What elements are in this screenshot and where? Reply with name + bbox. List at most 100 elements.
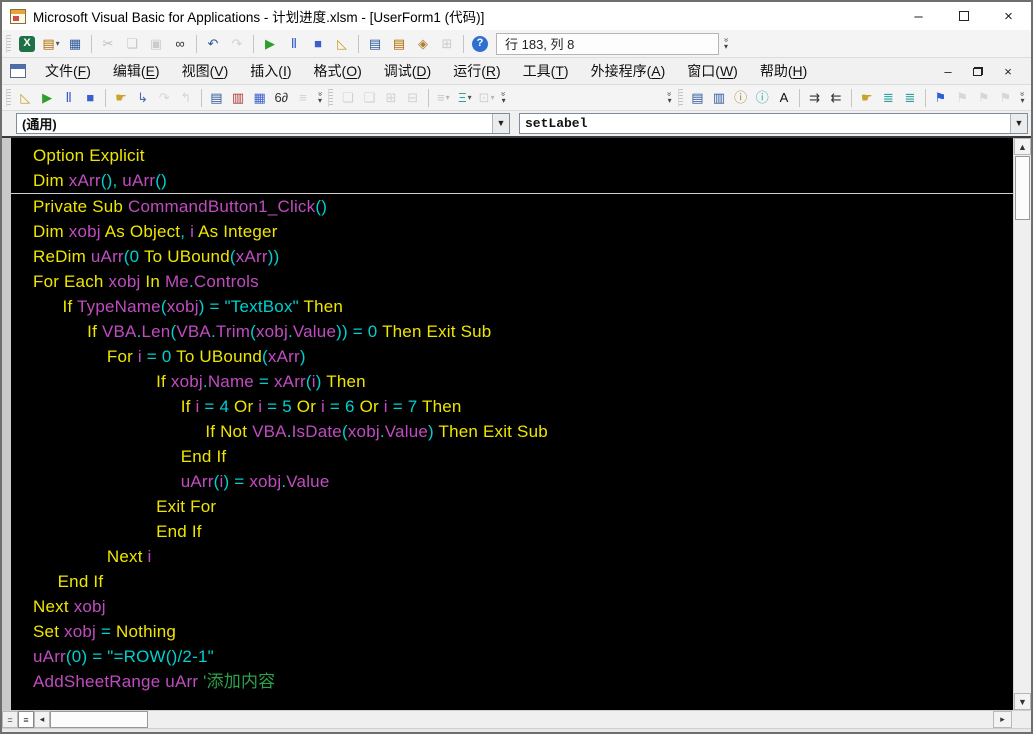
close-button[interactable]: × — [986, 2, 1031, 30]
menu-item-e[interactable]: 编辑(E) — [102, 58, 171, 84]
properties-window-icon[interactable]: ▤ — [387, 33, 411, 55]
menu-item-o[interactable]: 格式(O) — [303, 58, 373, 84]
mdi-restore-button[interactable] — [965, 61, 991, 81]
center-icon[interactable]: Ξ▾ — [454, 87, 476, 109]
align-icon[interactable]: ≡▾ — [432, 87, 454, 109]
procedure-combobox[interactable]: setLabel ▼ — [519, 113, 1028, 134]
step-out-icon[interactable]: ↰ — [175, 87, 197, 109]
toggle-bookmark-icon[interactable]: ⚑ — [930, 87, 952, 109]
object-combobox-dropdown-arrow[interactable]: ▼ — [492, 114, 509, 133]
scroll-right-button[interactable]: ▸ — [993, 711, 1012, 728]
run-icon[interactable]: ▶ — [258, 33, 282, 55]
help-icon[interactable]: ? — [468, 33, 492, 55]
toolbar-grip-handle[interactable] — [6, 35, 11, 53]
menu-item-v[interactable]: 视图(V) — [171, 58, 240, 84]
find-icon[interactable]: ∞ — [168, 33, 192, 55]
horizontal-scroll-track[interactable] — [148, 711, 993, 728]
vertical-scroll-thumb[interactable] — [1015, 156, 1030, 220]
redo-icon[interactable]: ↷ — [225, 33, 249, 55]
object-browser-icon[interactable]: ◈ — [411, 33, 435, 55]
watch-window-icon[interactable]: ▦ — [249, 87, 271, 109]
quick-info-icon[interactable]: ⓘ — [730, 87, 752, 109]
group-icon[interactable]: ⊞ — [380, 87, 402, 109]
form-toolbar-options-button[interactable]: »▾ — [497, 87, 510, 109]
mdi-minimize-button[interactable]: – — [935, 61, 961, 81]
complete-word-icon[interactable]: A — [773, 87, 795, 109]
next-bookmark-icon[interactable]: ⚑ — [951, 87, 973, 109]
menu-item-a[interactable]: 外接程序(A) — [580, 58, 677, 84]
reset-icon[interactable]: ■ — [306, 33, 330, 55]
clear-bookmarks-icon[interactable]: ⚑ — [995, 87, 1017, 109]
break-icon[interactable]: Ⅱ — [58, 87, 80, 109]
immediate-window-icon[interactable]: ▥ — [227, 87, 249, 109]
indent-icon[interactable]: ⇉ — [804, 87, 826, 109]
toolbar-separator — [799, 89, 800, 107]
menu-item-d[interactable]: 调试(D) — [373, 58, 442, 84]
menu-item-w[interactable]: 窗口(W) — [676, 58, 749, 84]
save-icon[interactable]: ▦ — [63, 33, 87, 55]
parameter-info-icon[interactable]: ⓘ — [751, 87, 773, 109]
locals-window-icon[interactable]: ▤ — [206, 87, 228, 109]
maximize-button[interactable] — [941, 2, 986, 30]
uncomment-block-icon[interactable]: ≣ — [899, 87, 921, 109]
outdent-icon[interactable]: ⇇ — [825, 87, 847, 109]
code-editor[interactable]: Option ExplicitDim xArr(), uArr()Private… — [11, 138, 1013, 710]
reset-icon[interactable]: ■ — [80, 87, 102, 109]
menu-item-i[interactable]: 插入(I) — [239, 58, 302, 84]
break-icon[interactable]: Ⅱ — [282, 33, 306, 55]
menu-item-r[interactable]: 运行(R) — [442, 58, 511, 84]
send-to-back-icon[interactable]: ❏ — [359, 87, 381, 109]
toolbar-grip-handle[interactable] — [328, 89, 333, 107]
toggle-breakpoint-hand-icon[interactable]: ☛ — [110, 87, 132, 109]
vertical-scroll-track[interactable] — [1014, 155, 1031, 693]
edit-toolbar-options-button[interactable]: »▾ — [1016, 87, 1029, 109]
object-combobox[interactable]: (通用) ▼ — [16, 113, 510, 134]
scroll-down-button[interactable]: ▼ — [1014, 693, 1031, 710]
excel-icon[interactable]: X — [15, 33, 39, 55]
debug-toolbar-options-button[interactable]: »▾ — [314, 87, 327, 109]
quick-watch-icon[interactable]: 6∂ — [270, 87, 292, 109]
scroll-left-button[interactable]: ◂ — [34, 711, 50, 728]
make-same-size-icon[interactable]: ⊡▾ — [476, 87, 498, 109]
comment-block-icon[interactable]: ≣ — [878, 87, 900, 109]
document-window-icon[interactable] — [10, 64, 26, 78]
cut-icon[interactable]: ✂ — [96, 33, 120, 55]
ungroup-icon[interactable]: ⊟ — [402, 87, 424, 109]
design-mode-icon[interactable]: ◺ — [330, 33, 354, 55]
copy-icon[interactable]: ❏ — [120, 33, 144, 55]
call-stack-icon[interactable]: ≡ — [292, 87, 314, 109]
list-properties-icon[interactable]: ▤ — [687, 87, 709, 109]
breakpoint-hand-icon[interactable]: ☛ — [856, 87, 878, 109]
minimize-button[interactable]: – — [896, 2, 941, 30]
toolbar-separator — [358, 35, 359, 53]
insert-userform-icon[interactable]: ▤▾ — [39, 33, 63, 55]
margin-indicator-bar[interactable] — [2, 138, 11, 710]
procedure-combobox-dropdown-arrow[interactable]: ▼ — [1010, 114, 1027, 133]
project-explorer-icon[interactable]: ▤ — [363, 33, 387, 55]
toolbar-grip-handle[interactable] — [6, 89, 11, 107]
previous-bookmark-icon[interactable]: ⚑ — [973, 87, 995, 109]
design-mode-icon[interactable]: ◺ — [15, 87, 37, 109]
full-module-view-button[interactable]: ≡ — [18, 711, 34, 728]
toolbar-chevron-button[interactable]: »▾ — [663, 87, 676, 109]
title-bar[interactable]: Microsoft Visual Basic for Applications … — [2, 2, 1031, 30]
menu-item-f[interactable]: 文件(F) — [34, 58, 102, 84]
toolbar-options-button[interactable]: »▾ — [719, 33, 733, 55]
toolbox-icon[interactable]: ⊞ — [435, 33, 459, 55]
vertical-scrollbar[interactable]: ▲ ▼ — [1013, 138, 1031, 710]
procedure-view-button[interactable]: = — [2, 711, 18, 728]
scroll-up-button[interactable]: ▲ — [1014, 138, 1031, 155]
menu-item-t[interactable]: 工具(T) — [512, 58, 580, 84]
run-icon[interactable]: ▶ — [36, 87, 58, 109]
app-icon — [10, 9, 26, 24]
horizontal-scroll-thumb[interactable] — [50, 711, 148, 728]
menu-item-h[interactable]: 帮助(H) — [749, 58, 818, 84]
step-over-icon[interactable]: ↷ — [153, 87, 175, 109]
toolbar-grip-handle[interactable] — [678, 89, 683, 107]
list-constants-icon[interactable]: ▥ — [708, 87, 730, 109]
step-into-icon[interactable]: ↳ — [132, 87, 154, 109]
paste-icon[interactable]: ▣ — [144, 33, 168, 55]
undo-icon[interactable]: ↶ — [201, 33, 225, 55]
bring-to-front-icon[interactable]: ❏ — [337, 87, 359, 109]
mdi-close-button[interactable]: × — [995, 61, 1021, 81]
